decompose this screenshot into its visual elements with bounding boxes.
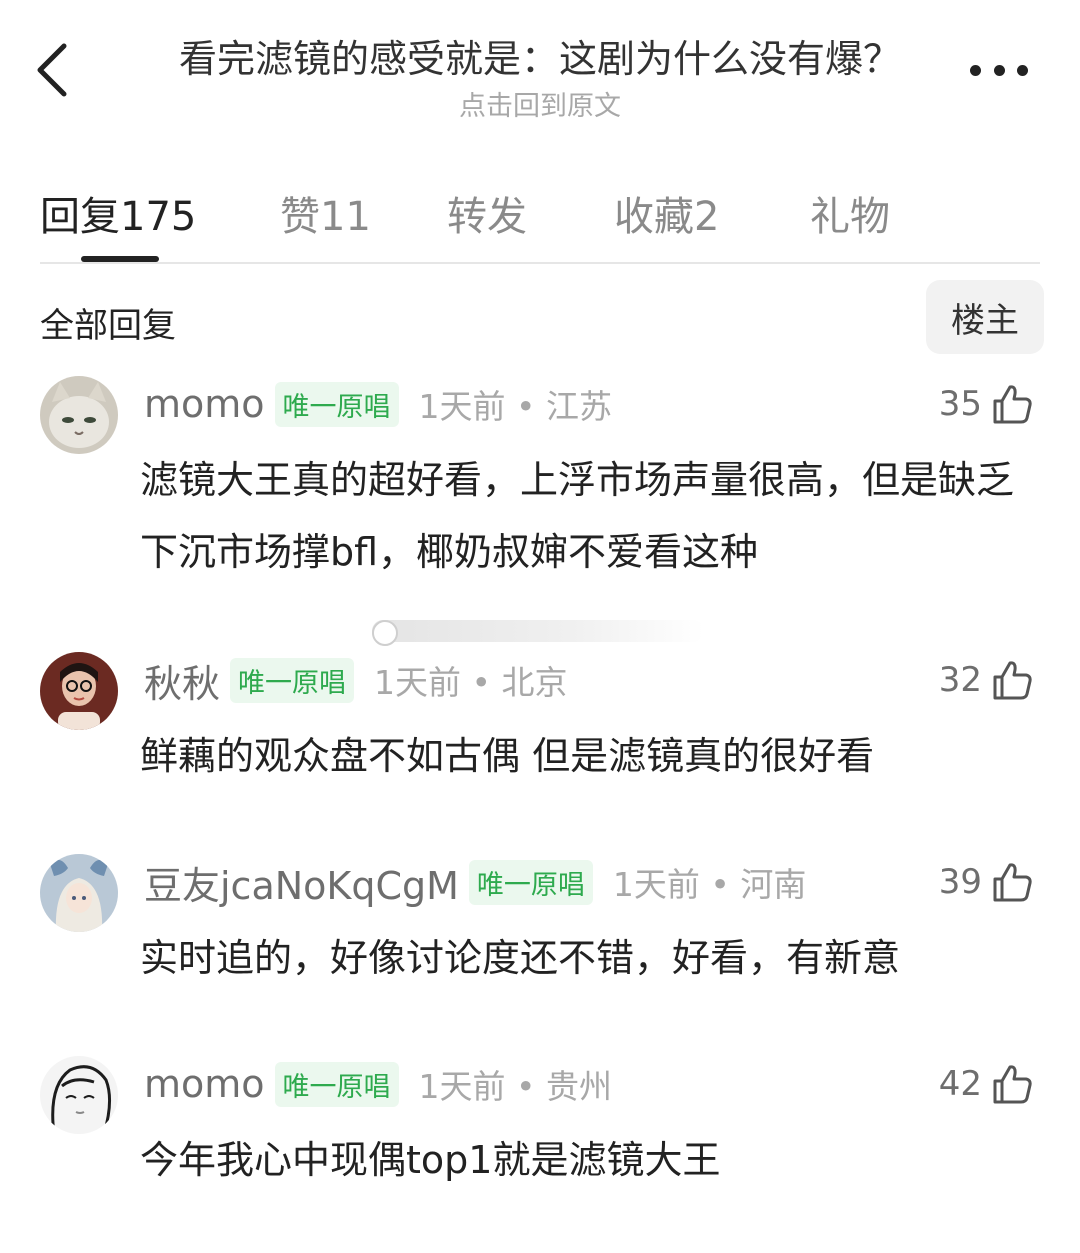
active-tab-indicator [81, 256, 159, 262]
thumbs-up-icon [993, 385, 1032, 424]
username[interactable]: 秋秋 [144, 653, 220, 708]
collapsed-replies-placeholder[interactable] [372, 620, 704, 646]
girl-avatar-icon [40, 652, 118, 730]
tab-favorites[interactable]: 收藏2 [614, 184, 719, 242]
comment-text: 实时追的，好像讨论度还不错，好看，有新意 [140, 936, 901, 980]
comment-text: 今年我心中现偶top1就是滤镜大王 [140, 1138, 721, 1182]
like-count: 32 [938, 660, 982, 700]
thumbs-up-icon [993, 863, 1032, 902]
thumbs-up-icon [993, 661, 1032, 700]
tab-bar: 回复175 赞11 转发 收藏2 礼物 [40, 178, 1040, 264]
username[interactable]: momo [144, 1062, 265, 1106]
chevron-left-icon [37, 43, 67, 97]
timestamp: 1天前 • 北京 [374, 663, 568, 702]
back-to-post-link[interactable]: 点击回到原文 [110, 84, 970, 123]
tab-likes[interactable]: 赞11 [280, 184, 371, 242]
like-count: 39 [938, 862, 982, 902]
like-button[interactable]: 32 [936, 658, 1034, 702]
like-button[interactable]: 35 [936, 382, 1034, 426]
anime-avatar-icon [40, 854, 118, 932]
like-button[interactable]: 39 [936, 860, 1034, 904]
status-badge: 唯一原唱 [230, 657, 355, 703]
tab-reposts[interactable]: 转发 [447, 184, 527, 242]
avatar[interactable] [40, 854, 118, 932]
username[interactable]: momo [144, 382, 265, 426]
tab-gifts[interactable]: 礼物 [810, 184, 890, 242]
status-badge: 唯一原唱 [468, 859, 593, 905]
username[interactable]: 豆友jcaNoKqCgM [144, 855, 459, 910]
tab-replies[interactable]: 回复175 [40, 184, 196, 242]
like-button[interactable]: 42 [936, 1062, 1034, 1106]
like-count: 42 [938, 1064, 982, 1104]
sketch-avatar-icon [40, 1056, 118, 1134]
cat-avatar-icon [40, 376, 118, 454]
timestamp: 1天前 • 贵州 [418, 1067, 612, 1106]
more-options-button[interactable] [964, 52, 1034, 88]
more-dots-icon [970, 64, 981, 76]
like-count: 35 [938, 384, 982, 424]
top-bar: 看完滤镜的感受就是：这剧为什么没有爆？ 点击回到原文 [0, 0, 1080, 140]
thumbs-up-icon [993, 1065, 1032, 1104]
status-badge: 唯一原唱 [274, 1061, 399, 1107]
timestamp: 1天前 • 江苏 [418, 387, 612, 426]
avatar[interactable] [40, 376, 118, 454]
comment-text: 鲜藕的观众盘不如古偶 但是滤镜真的很好看 [140, 734, 875, 778]
status-badge: 唯一原唱 [274, 381, 399, 427]
post-title[interactable]: 看完滤镜的感受就是：这剧为什么没有爆？ [110, 28, 970, 83]
section-title: 全部回复 [40, 306, 176, 346]
avatar[interactable] [40, 652, 118, 730]
avatar[interactable] [40, 1056, 118, 1134]
author-only-filter-button[interactable]: 楼主 [926, 280, 1044, 354]
comment-text: 滤镜大王真的超好看，上浮市场声量很高，但是缺乏下沉市场撑bfl，椰奶叔婶不爱看这… [140, 458, 1015, 574]
back-button[interactable] [28, 38, 84, 102]
timestamp: 1天前 • 河南 [612, 865, 807, 904]
